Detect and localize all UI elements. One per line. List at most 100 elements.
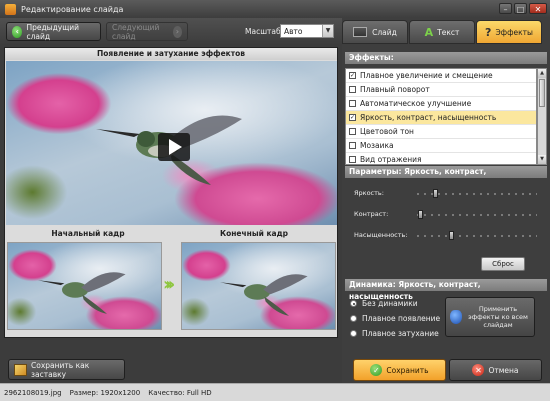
next-slide-label: Следующий слайд [112,22,160,41]
app-icon [5,3,16,15]
text-icon: A [424,25,434,39]
chevron-down-icon: ▼ [322,25,333,37]
tab-slide[interactable]: Слайд [342,20,408,44]
window-controls: – □ ✕ [499,3,547,14]
tab-effects[interactable]: ? Эффекты [476,20,542,44]
scroll-down-icon[interactable]: ▼ [538,155,546,164]
effects-scrollbar[interactable]: ▲ ▼ [537,68,547,165]
radio-label: Плавное появление [362,314,441,323]
close-button[interactable]: ✕ [529,3,547,14]
effect-label: Цветовой тон [360,127,414,136]
checkbox[interactable] [349,142,356,149]
end-frame-thumbnail[interactable] [181,242,336,330]
preview-caption: Появление и затухание эффектов [5,48,337,60]
effect-item[interactable]: ✓ Плавное увеличение и смещение [346,69,536,83]
next-slide-button[interactable]: Следующий слайд › [106,22,188,41]
slide-icon [353,27,368,37]
radio-button[interactable] [350,300,357,307]
effect-item[interactable]: Автоматическое улучшение [346,97,536,111]
radio-no-dynamics[interactable]: Без динамики [350,299,418,308]
slide-toolbar: ‹ Предыдущий слайд Следующий слайд › Мас… [0,18,342,45]
prev-slide-button[interactable]: ‹ Предыдущий слайд [6,22,101,41]
play-button[interactable] [158,133,190,161]
radio-label: Плавное затухание [362,329,439,338]
status-quality: Качество: Full HD [148,388,212,397]
checkbox[interactable] [349,100,356,107]
shield-icon [450,310,462,324]
end-frame-label: Конечный кадр [219,229,289,238]
save-button[interactable]: ✓ Сохранить [353,359,446,381]
cancel-button[interactable]: ✕ Отмена [449,359,542,381]
save-label: Сохранить [386,365,429,375]
status-bar: 2962108019.jpg Размер: 1920x1200 Качеств… [0,383,550,401]
tab-text[interactable]: A Текст [409,20,475,44]
arrow-right-icon: › [172,25,182,38]
effect-label: Автоматическое улучшение [360,99,472,108]
slider-thumb[interactable] [418,210,424,219]
brightness-slider[interactable] [417,189,537,198]
effect-label: Плавный поворот [360,85,430,94]
dynamics-section: Без динамики Плавное появление Плавное з… [345,291,547,349]
scroll-thumb[interactable] [539,79,545,107]
arrow-left-icon: ‹ [12,25,23,38]
effects-heading: Эффекты: [345,52,547,64]
zoom-value: Авто [284,26,303,36]
effect-item-selected[interactable]: ✓ Яркость, контраст, насыщенность [346,111,536,125]
checkbox[interactable] [349,86,356,93]
tab-slide-label: Слайд [372,27,397,37]
start-frame-thumbnail[interactable] [7,242,162,330]
effect-item[interactable]: Плавный поворот [346,83,536,97]
effect-label: Яркость, контраст, насыщенность [360,113,497,122]
chevron-right-icon: ››› [163,274,175,295]
cancel-label: Отмена [488,365,519,375]
radio-label: Без динамики [362,299,418,308]
scroll-up-icon[interactable]: ▲ [538,69,546,78]
effect-label: Вид отражения [360,155,422,164]
saturation-slider[interactable] [417,231,537,240]
checkbox[interactable]: ✓ [349,114,356,121]
reset-button[interactable]: Сброс [481,257,525,271]
frames-area: ››› [4,240,338,338]
preview-area: ‹ Предыдущий слайд Следующий слайд › Мас… [0,18,342,399]
effect-item[interactable]: Мозаика [346,139,536,153]
radio-fade-in[interactable]: Плавное появление [350,314,440,323]
save-as-label: Сохранить как заставку [31,360,90,379]
slide-preview-image[interactable] [6,61,337,225]
contrast-label: Контраст: [354,210,389,218]
prev-slide-label: Предыдущий слайд [26,22,80,41]
effect-item[interactable]: Вид отражения [346,153,536,164]
tab-bar: Слайд A Текст ? Эффекты [342,20,550,44]
brightness-label: Яркость: [354,189,384,197]
settings-panel: Слайд A Текст ? Эффекты Эффекты: ✓ Плавно… [342,18,550,383]
title-bar: Редактирование слайда – □ ✕ [0,0,550,18]
dynamics-heading: Динамика: Яркость, контраст, насыщенност… [345,279,547,301]
close-icon: ✕ [472,364,485,376]
play-icon [169,139,182,155]
minimize-button[interactable]: – [499,3,512,14]
slider-thumb[interactable] [449,231,455,240]
radio-fade-out[interactable]: Плавное затухание [350,329,439,338]
checkbox[interactable] [349,156,356,163]
effects-icon: ? [485,25,492,39]
frames-caption: Начальный кадр Конечный кадр [5,227,337,241]
checkbox[interactable] [349,128,356,135]
zoom-select[interactable]: Авто ▼ [280,24,334,38]
status-size: Размер: 1920x1200 [69,388,141,397]
radio-button[interactable] [350,330,357,337]
effect-item[interactable]: Цветовой тон [346,125,536,139]
zoom-label: Масштаб: [245,27,284,36]
window-title: Редактирование слайда [21,4,124,14]
radio-button[interactable] [350,315,357,322]
checkbox[interactable]: ✓ [349,72,356,79]
saturation-label: Насыщенность: [354,231,408,239]
checkmark-icon: ✓ [370,364,383,376]
contrast-slider[interactable] [417,210,537,219]
maximize-button[interactable]: □ [514,3,527,14]
apply-to-all-button[interactable]: Применить эффекты ко всем слайдам [445,297,535,337]
effects-list: ✓ Плавное увеличение и смещение Плавный п… [345,68,537,165]
save-as-screensaver-button[interactable]: Сохранить как заставку [8,359,125,380]
effect-label: Мозаика [360,141,394,150]
params-section: Яркость: Контраст: Насыщенность: Сброс [345,181,547,271]
start-frame-label: Начальный кадр [51,229,125,238]
slider-thumb[interactable] [433,189,439,198]
